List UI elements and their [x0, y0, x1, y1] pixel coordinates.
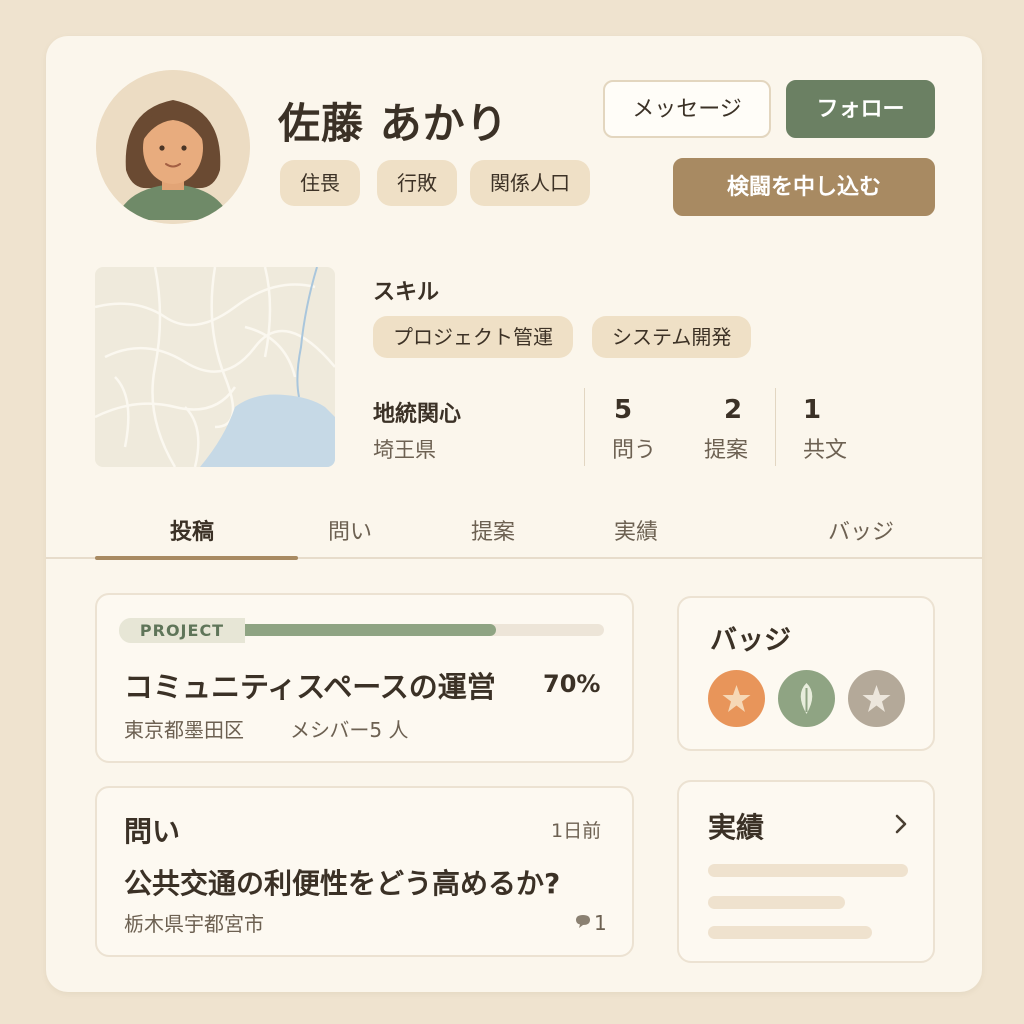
project-progress-bar: [245, 624, 604, 636]
tag-3: 関係人口: [470, 160, 590, 206]
stat-value-1: 5: [614, 395, 633, 425]
question-title: 公共交通の利便性をどう高めるか?: [124, 867, 561, 900]
skill-tag-2: システム開発: [592, 316, 752, 358]
question-location: 栃木県宇都宮市: [124, 912, 264, 936]
divider: [584, 388, 585, 466]
stat-label-2: 提案: [704, 438, 749, 463]
stat-value-3: 1: [803, 395, 822, 425]
tag-1: 住畏: [280, 160, 360, 206]
divider: [775, 388, 776, 466]
interest-title: 地統関心: [373, 402, 462, 427]
project-location: 東京都墨田区: [124, 718, 244, 742]
tab-achievements[interactable]: 実績: [614, 514, 658, 546]
interest-value: 埼王県: [373, 438, 436, 462]
tab-posts[interactable]: 投稿: [170, 514, 214, 546]
question-time: 1日前: [551, 820, 602, 842]
project-progress-text: 70%: [543, 670, 601, 698]
project-progress-fill: [245, 624, 497, 636]
achievements-title: 実績: [708, 811, 765, 844]
project-tag: PROJECT: [119, 618, 245, 643]
question-label: 問い: [124, 815, 181, 848]
project-members: メシバー5 人: [290, 718, 409, 742]
tag-2: 行敗: [377, 160, 457, 206]
skills-title: スキル: [373, 280, 440, 305]
project-title: コミュニティスペースの運営: [124, 670, 496, 704]
star-icon[interactable]: [848, 670, 905, 727]
placeholder-line: [708, 926, 872, 939]
follow-button[interactable]: フォロー: [786, 80, 935, 138]
leaf-icon[interactable]: [778, 670, 835, 727]
chevron-right-icon[interactable]: [892, 812, 910, 840]
stat-value-2: 2: [724, 395, 743, 425]
tab-badges[interactable]: バッジ: [828, 514, 894, 546]
comment-icon: [574, 913, 592, 935]
avatar: [96, 70, 250, 224]
placeholder-line: [708, 896, 845, 909]
location-map: [95, 267, 335, 467]
active-tab-indicator: [95, 556, 298, 560]
comment-count: 1: [594, 911, 607, 935]
stat-label-1: 問う: [612, 438, 657, 463]
placeholder-line: [708, 864, 908, 877]
stat-label-3: 共文: [803, 438, 848, 463]
tab-questions[interactable]: 問い: [328, 514, 372, 546]
star-icon[interactable]: [708, 670, 765, 727]
skill-tag-1: プロジェクト管運: [373, 316, 573, 358]
apply-button[interactable]: 検闘を中し込む: [673, 158, 935, 216]
badges-title: バッジ: [710, 625, 791, 656]
message-button[interactable]: メッセージ: [603, 80, 771, 138]
profile-name: 佐藤 あかり: [278, 99, 509, 148]
tab-proposals[interactable]: 提案: [471, 514, 515, 546]
